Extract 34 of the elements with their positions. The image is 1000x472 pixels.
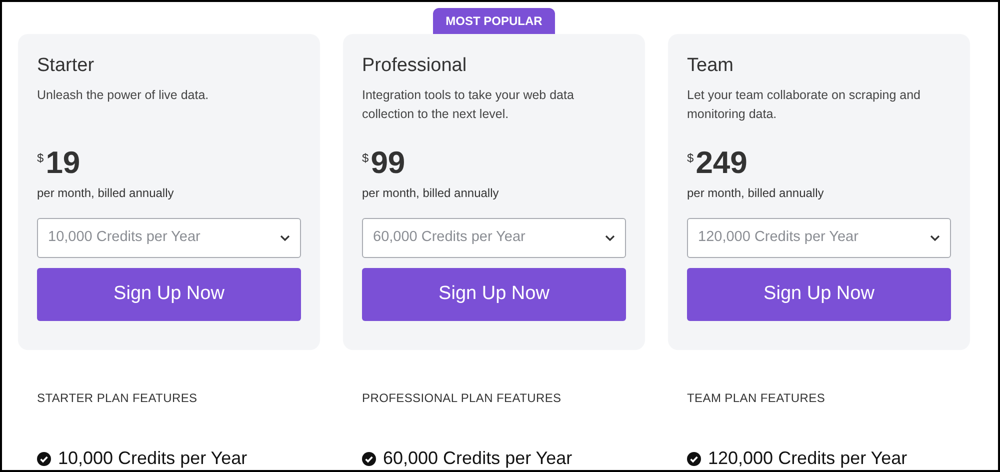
plan-price: 19	[46, 146, 80, 180]
billing-period: per month, billed annually	[687, 185, 825, 202]
plan-price: 99	[370, 146, 406, 180]
check-circle-icon	[362, 452, 376, 466]
plan-description: Integration tools to take your web data collection to the next level.	[362, 87, 575, 123]
features-heading: PROFESSIONAL PLAN FEATURES	[361, 390, 562, 407]
chevron-down-icon	[605, 235, 615, 241]
plan-badge: MOST POPULAR	[433, 8, 555, 34]
plan-price: 249	[696, 146, 748, 180]
sign-up-button[interactable]: Sign Up Now	[687, 268, 951, 321]
feature-item: 120,000 Credits per Year	[708, 447, 908, 470]
credits-dropdown[interactable]: 60,000 Credits per Year	[362, 218, 626, 258]
feature-item: 10,000 Credits per Year	[58, 447, 248, 470]
credits-dropdown[interactable]: 120,000 Credits per Year	[687, 218, 951, 258]
sign-up-button[interactable]: Sign Up Now	[362, 268, 626, 321]
currency-sign: $	[37, 150, 44, 167]
features-heading: STARTER PLAN FEATURES	[36, 390, 198, 407]
chevron-down-icon	[280, 235, 290, 241]
billing-period: per month, billed annually	[362, 185, 500, 202]
credits-dropdown[interactable]: 10,000 Credits per Year	[37, 218, 301, 258]
currency-sign: $	[362, 150, 369, 167]
billing-period: per month, billed annually	[37, 185, 175, 202]
plan-description: Let your team collaborate on scraping and monitoring data.	[687, 87, 922, 123]
chevron-down-icon	[930, 235, 940, 241]
plan-name: Starter	[37, 54, 96, 78]
check-circle-icon	[37, 452, 51, 466]
plan-name: Professional	[362, 54, 468, 78]
sign-up-button[interactable]: Sign Up Now	[37, 268, 301, 321]
plan-name: Team	[687, 54, 734, 78]
check-circle-icon	[687, 452, 701, 466]
feature-item: 60,000 Credits per Year	[383, 447, 572, 470]
currency-sign: $	[687, 150, 694, 167]
plan-description: Unleash the power of live data.	[37, 87, 210, 104]
features-heading: TEAM PLAN FEATURES	[686, 390, 826, 407]
